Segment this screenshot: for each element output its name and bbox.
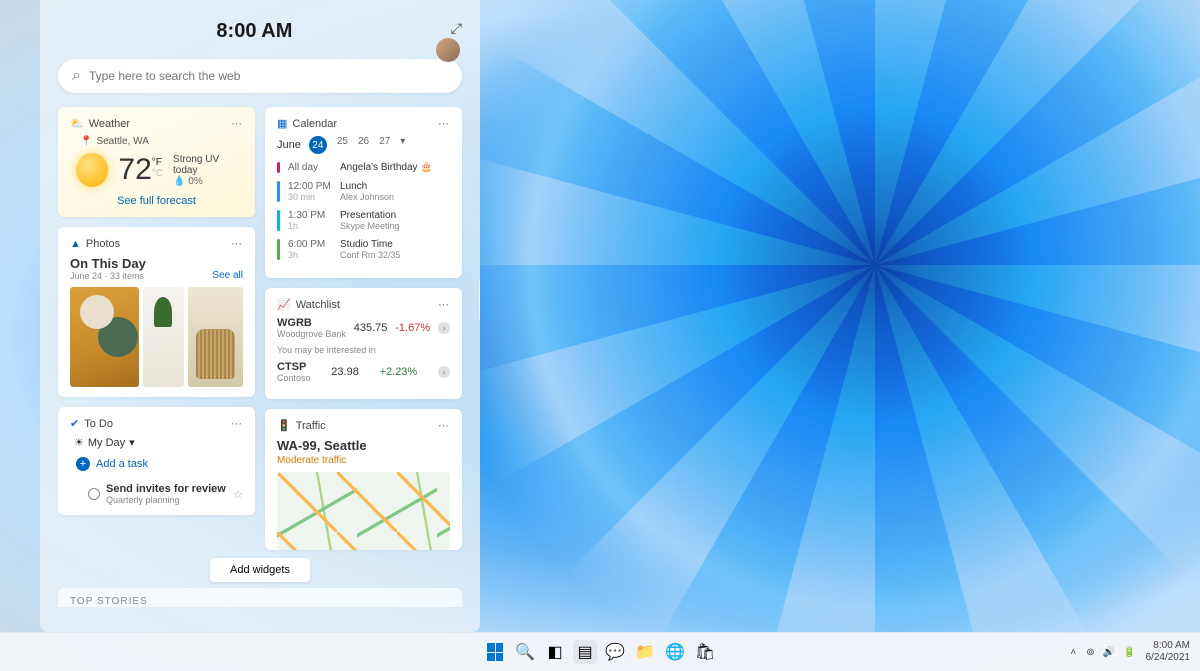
photos-see-all-link[interactable]: See all [212,270,243,281]
search-input[interactable] [89,69,448,83]
photos-card[interactable]: ▲ Photos ⋯ On This Day June 24 · 33 items… [58,227,255,397]
chat-button[interactable]: 💬 [603,640,627,664]
taskbar: 🔍 ◧ ▤ 💬 📁 🌐 🛍 ˄ ⊚ 🔊 🔋 8:00 AM 6/24/2021 [0,632,1200,671]
user-avatar[interactable] [436,38,460,62]
expand-icon[interactable]: ⤢ [451,20,462,37]
widgets-panel: 8:00 AM ⤢ ⌕ ⛅Weather ⋯ 📍Seattle, WA 72°F… [40,0,480,632]
traffic-title: Traffic [296,420,326,432]
add-task-button[interactable]: +Add a task [76,457,243,471]
drill-icon[interactable]: › [438,322,450,334]
explorer-button[interactable]: 📁 [633,640,657,664]
chevron-down-icon[interactable]: ▾ [400,136,405,154]
photo-thumb[interactable] [143,287,184,387]
traffic-card[interactable]: 🚦 Traffic ⋯ WA-99, Seattle Moderate traff… [265,409,462,550]
forecast-link[interactable]: See full forecast [70,195,243,207]
event-color-bar [277,210,280,231]
task-view-button[interactable]: ◧ [543,640,567,664]
event-color-bar [277,162,280,173]
tray-chevron-icon[interactable]: ˄ [1070,647,1076,658]
task-sub: Quarterly planning [106,495,227,505]
battery-icon[interactable]: 🔋 [1123,647,1135,658]
event-color-bar [277,239,280,260]
traffic-icon: 🚦 [277,419,291,432]
taskbar-clock[interactable]: 8:00 AM 6/24/2021 [1146,640,1191,664]
edge-button[interactable]: 🌐 [663,640,687,664]
photos-icon: ▲ [70,238,81,250]
calendar-title: Calendar [292,118,337,130]
taskbar-center: 🔍 ◧ ▤ 💬 📁 🌐 🛍 [483,640,717,664]
drill-icon[interactable]: › [438,366,450,378]
weather-title: Weather [89,118,130,130]
start-button[interactable] [483,640,507,664]
store-button[interactable]: 🛍 [693,640,717,664]
weather-card[interactable]: ⛅Weather ⋯ 📍Seattle, WA 72°F°C Strong UV… [58,107,255,217]
calendar-more-icon[interactable]: ⋯ [438,117,450,130]
photo-thumbnails[interactable] [70,287,243,387]
watchlist-title: Watchlist [296,299,340,311]
calendar-event[interactable]: 1:30 PM1h PresentationSkype Meeting [277,210,450,231]
todo-more-icon[interactable]: ⋯ [231,417,243,430]
event-color-bar [277,181,280,202]
calendar-card[interactable]: ▦ Calendar ⋯ June 24 25 26 27 ▾ All day A… [265,107,462,278]
photo-thumb[interactable] [188,287,243,387]
stocks-icon: 📈 [277,298,291,311]
location-icon: 📍 [80,136,92,147]
weather-icon: ⛅ [70,117,84,130]
resize-handle[interactable] [479,280,480,320]
add-widgets-button[interactable]: Add widgets [210,558,310,582]
weather-more-icon[interactable]: ⋯ [231,117,243,130]
system-tray[interactable]: ˄ ⊚ 🔊 🔋 8:00 AM 6/24/2021 [1070,640,1190,664]
calendar-days[interactable]: 24 25 26 27 ▾ [309,136,405,154]
photos-heading: On This Day [70,256,146,271]
watchlist-card[interactable]: 📈 Watchlist ⋯ WGRBWoodgrove Bank 435.75 -… [265,288,462,399]
task-title: Send invites for review [106,483,227,495]
interest-label: You may be interested in [277,345,450,355]
panel-time: 8:00 AM [58,20,451,43]
wifi-icon[interactable]: ⊚ [1086,647,1094,658]
top-stories-header[interactable]: TOP STORIES [58,588,462,607]
plus-icon: + [76,457,90,471]
star-icon[interactable]: ☆ [233,488,243,501]
sun-icon [76,153,108,187]
todo-icon: ✔ [70,417,79,430]
task-item[interactable]: Send invites for review Quarterly planni… [70,479,243,505]
calendar-icon: ▦ [277,117,287,130]
photos-title: Photos [86,238,120,250]
watchlist-more-icon[interactable]: ⋯ [438,298,450,311]
weather-uv: Strong UV today [173,154,243,176]
search-icon: ⌕ [72,67,81,85]
stock-row[interactable]: CTSPContoso 23.98 +2.23% › [277,361,450,383]
volume-icon[interactable]: 🔊 [1103,647,1115,658]
calendar-event[interactable]: 12:00 PM30 min LunchAlex Johnson [277,181,450,202]
todo-card[interactable]: ✔ To Do ⋯ ☀My Day▾ +Add a task Send invit… [58,407,255,515]
traffic-route: WA-99, Seattle [277,438,450,453]
photos-more-icon[interactable]: ⋯ [231,237,243,250]
photos-meta: June 24 · 33 items [70,271,146,281]
chevron-down-icon: ▾ [129,436,135,449]
radio-icon[interactable] [88,488,100,500]
calendar-event[interactable]: 6:00 PM3h Studio TimeConf Rm 32/35 [277,239,450,260]
photo-thumb[interactable] [70,287,139,387]
search-box[interactable]: ⌕ [58,59,462,93]
traffic-more-icon[interactable]: ⋯ [438,419,450,432]
weather-location: 📍Seattle, WA [80,136,243,147]
traffic-map[interactable] [277,472,450,550]
sun-small-icon: ☀ [74,436,84,449]
traffic-status: Moderate traffic [277,455,450,466]
search-button[interactable]: 🔍 [513,640,537,664]
widgets-button[interactable]: ▤ [573,640,597,664]
calendar-month: June [277,139,301,151]
calendar-event[interactable]: All day Angela's Birthday 🎂 [277,162,450,173]
weather-temp: 72 [118,153,151,187]
droplet-icon: 💧 [173,176,185,187]
stock-row[interactable]: WGRBWoodgrove Bank 435.75 -1.67% › [277,317,450,339]
todo-title: To Do [84,418,113,430]
myday-dropdown[interactable]: ☀My Day▾ [74,436,243,449]
